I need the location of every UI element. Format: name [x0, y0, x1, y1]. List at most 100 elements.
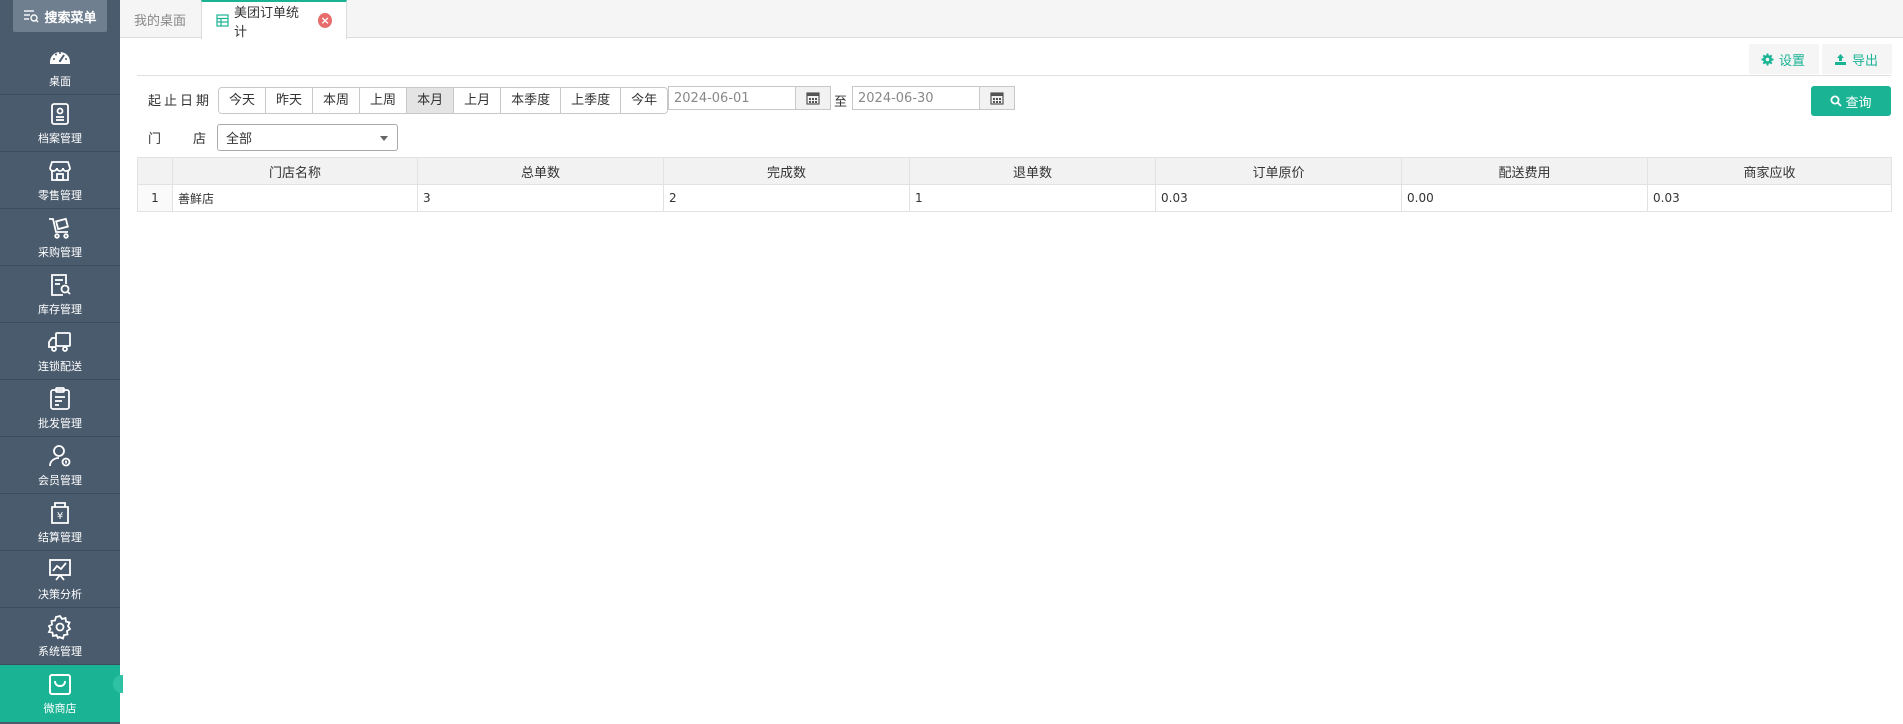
cart-icon — [47, 215, 73, 241]
query-label: 查询 — [1845, 95, 1872, 111]
settlement-icon: ¥ — [47, 500, 73, 526]
toolbar-divider — [137, 75, 1891, 76]
sidebar-item-purchase[interactable]: 采购管理 — [0, 209, 120, 266]
sidebar-item-label: 采购管理 — [38, 245, 82, 259]
start-date-picker — [668, 86, 831, 110]
export-icon — [1835, 53, 1846, 65]
column-header-total-orders[interactable]: 总单数 — [417, 157, 664, 185]
sidebar-item-settlement[interactable]: ¥ 结算管理 — [0, 494, 120, 551]
cell-merchant-receivable: 0.03 — [1647, 184, 1892, 212]
end-date-picker — [852, 86, 1015, 110]
store-select[interactable]: 全部 — [217, 124, 398, 151]
analysis-icon — [47, 557, 73, 583]
calendar-icon[interactable] — [979, 87, 1014, 109]
range-this-week[interactable]: 本周 — [313, 88, 361, 113]
range-this-month[interactable]: 本月 — [407, 88, 455, 113]
sidebar-item-desktop[interactable]: 桌面 — [0, 38, 120, 95]
sidebar-item-label: 库存管理 — [38, 302, 82, 316]
row-number: 1 — [137, 184, 173, 212]
quick-range-group: 今天 昨天 本周 上周 本月 上月 本季度 上季度 今年 — [218, 87, 669, 114]
tab-meituan-order-stats[interactable]: 美团订单统计 × — [201, 0, 347, 40]
chevron-down-icon — [380, 136, 388, 141]
tab-bar: 我的桌面 美团订单统计 × — [120, 0, 1903, 40]
search-icon — [1830, 95, 1843, 107]
store-label-part: 门 — [148, 132, 162, 147]
search-menu-label: 搜索菜单 — [44, 10, 97, 26]
close-icon[interactable]: × — [318, 13, 332, 28]
range-last-week[interactable]: 上周 — [360, 88, 408, 113]
range-last-quarter[interactable]: 上季度 — [561, 88, 622, 113]
sidebar-nav: 桌面 档案管理 零售管理 采购管理 库存管理 连锁配送 批发管理 会员管理 ¥ … — [0, 38, 120, 722]
range-this-year[interactable]: 今年 — [621, 88, 668, 113]
cell-delivery-fee: 0.00 — [1401, 184, 1648, 212]
sidebar-item-label: 批发管理 — [38, 416, 82, 430]
range-today[interactable]: 今天 — [219, 88, 267, 113]
dashboard-icon — [47, 44, 73, 70]
range-last-month[interactable]: 上月 — [454, 88, 502, 113]
column-header-merchant-receivable[interactable]: 商家应收 — [1647, 157, 1892, 185]
date-separator: 至 — [834, 95, 848, 110]
range-yesterday[interactable]: 昨天 — [266, 88, 314, 113]
store-label: 门店 — [148, 128, 206, 147]
tab-label: 我的桌面 — [134, 13, 187, 29]
sidebar-item-label: 决策分析 — [38, 587, 82, 601]
settings-label: 设置 — [1779, 53, 1806, 69]
sidebar: 搜索菜单 桌面 档案管理 零售管理 采购管理 库存管理 连锁配送 批发管理 会员… — [0, 0, 123, 724]
tab-my-desktop[interactable]: 我的桌面 — [120, 0, 200, 38]
wholesale-icon — [47, 386, 73, 412]
sidebar-item-label: 会员管理 — [38, 473, 82, 487]
archive-icon — [47, 101, 73, 127]
table-icon — [216, 14, 229, 27]
order-stats-table: 门店名称 总单数 完成数 退单数 订单原价 配送费用 商家应收 1 善鲜店 3 … — [137, 157, 1892, 212]
calendar-icon[interactable] — [795, 87, 830, 109]
settings-button[interactable]: 设置 — [1749, 44, 1819, 74]
sidebar-item-label: 档案管理 — [38, 131, 82, 145]
sidebar-item-member[interactable]: 会员管理 — [0, 437, 120, 494]
sidebar-item-archive[interactable]: 档案管理 — [0, 95, 120, 152]
cell-original-price: 0.03 — [1155, 184, 1402, 212]
sidebar-item-label: 连锁配送 — [38, 359, 82, 373]
date-range-label: 起止日期 — [148, 94, 213, 109]
tab-label: 美团订单统计 — [234, 5, 300, 40]
inventory-icon — [47, 272, 73, 298]
sidebar-item-label: 系统管理 — [38, 644, 82, 658]
range-this-quarter[interactable]: 本季度 — [501, 88, 562, 113]
end-date-input[interactable] — [853, 87, 979, 109]
member-icon — [47, 443, 73, 469]
sidebar-item-label: 桌面 — [49, 74, 71, 88]
truck-icon — [47, 329, 73, 355]
store-select-value: 全部 — [226, 132, 253, 147]
sidebar-item-micro-shop[interactable]: 微商店 — [0, 665, 120, 722]
sidebar-item-inventory[interactable]: 库存管理 — [0, 266, 120, 323]
cell-completed: 2 — [663, 184, 910, 212]
cell-total-orders: 3 — [417, 184, 664, 212]
search-menu-button[interactable]: 搜索菜单 — [13, 0, 107, 32]
sidebar-item-wholesale[interactable]: 批发管理 — [0, 380, 120, 437]
column-header-refunded[interactable]: 退单数 — [909, 157, 1156, 185]
column-header-store-name[interactable]: 门店名称 — [172, 157, 418, 185]
gear-icon — [47, 614, 73, 640]
row-number-header — [137, 157, 173, 185]
column-header-completed[interactable]: 完成数 — [663, 157, 910, 185]
store-label-part: 店 — [193, 132, 207, 147]
sidebar-item-analysis[interactable]: 决策分析 — [0, 551, 120, 608]
query-button[interactable]: 查询 — [1811, 86, 1891, 116]
start-date-input[interactable] — [669, 87, 795, 109]
svg-text:¥: ¥ — [57, 511, 63, 522]
table-header-row: 门店名称 总单数 完成数 退单数 订单原价 配送费用 商家应收 — [137, 157, 1892, 185]
shop-bag-icon — [47, 671, 73, 697]
sidebar-item-label: 零售管理 — [38, 188, 82, 202]
column-header-delivery-fee[interactable]: 配送费用 — [1401, 157, 1648, 185]
cell-refunded: 1 — [909, 184, 1156, 212]
search-list-icon — [24, 10, 39, 23]
sidebar-item-retail[interactable]: 零售管理 — [0, 152, 120, 209]
sidebar-item-label: 微商店 — [43, 701, 77, 715]
sidebar-item-system[interactable]: 系统管理 — [0, 608, 120, 665]
column-header-original-price[interactable]: 订单原价 — [1155, 157, 1402, 185]
store-icon — [47, 158, 73, 184]
sidebar-item-label: 结算管理 — [38, 530, 82, 544]
export-button[interactable]: 导出 — [1822, 44, 1892, 74]
app-window: 搜索菜单 桌面 档案管理 零售管理 采购管理 库存管理 连锁配送 批发管理 会员… — [0, 0, 1903, 724]
sidebar-item-distribution[interactable]: 连锁配送 — [0, 323, 120, 380]
table-row[interactable]: 1 善鲜店 3 2 1 0.03 0.00 0.03 — [137, 184, 1892, 212]
